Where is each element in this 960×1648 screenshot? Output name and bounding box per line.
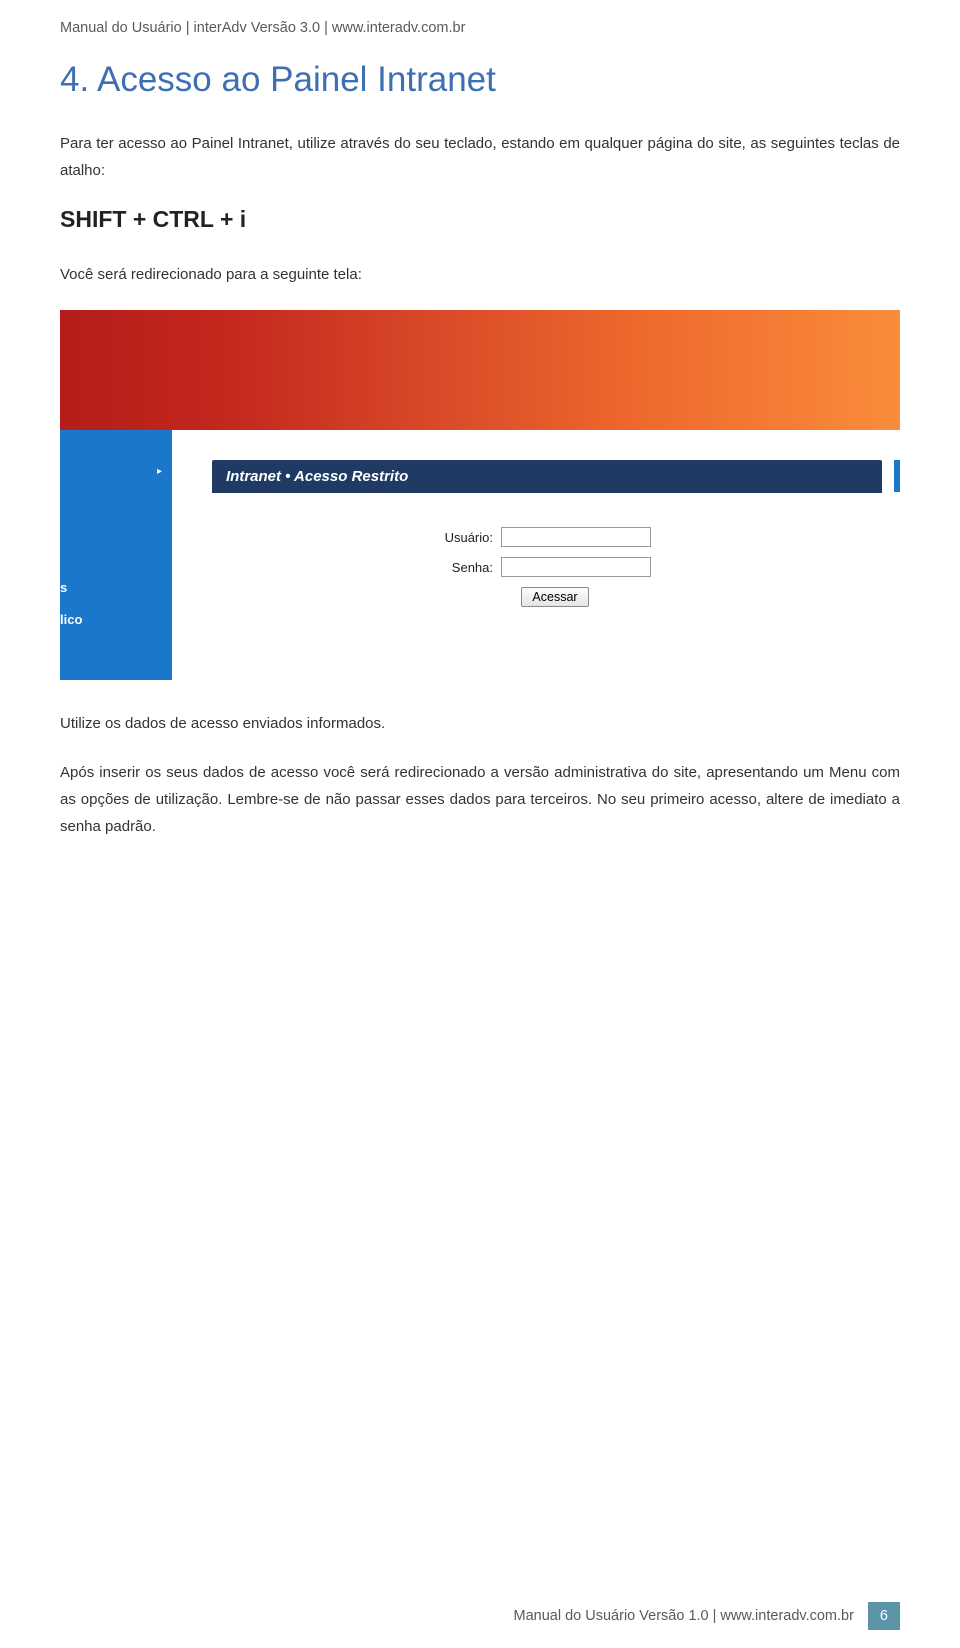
login-screenshot: ▸ s lico Intranet • Acesso Restrito Usuá… <box>60 310 900 680</box>
username-label: Usuário: <box>403 530 493 545</box>
username-input[interactable] <box>501 527 651 547</box>
sidebar-text-fragment: lico <box>60 612 82 627</box>
footer-text: Manual do Usuário Versão 1.0 | www.inter… <box>514 1602 868 1630</box>
screenshot-banner <box>60 310 900 430</box>
login-panel: Intranet • Acesso Restrito Usuário: Senh… <box>212 460 882 621</box>
page-footer: Manual do Usuário Versão 1.0 | www.inter… <box>514 1602 900 1630</box>
screenshot-sidebar: ▸ s lico <box>60 430 172 680</box>
sidebar-text-fragment: s <box>60 580 67 595</box>
decorative-strip <box>894 460 900 492</box>
redirect-paragraph: Você será redirecionado para a seguinte … <box>60 261 900 288</box>
intro-paragraph: Para ter acesso ao Painel Intranet, util… <box>60 130 900 184</box>
password-label: Senha: <box>403 560 493 575</box>
keyboard-shortcut: SHIFT + CTRL + i <box>60 206 900 233</box>
after-paragraph-2: Após inserir os seus dados de acesso voc… <box>60 759 900 840</box>
page-number: 6 <box>868 1602 900 1630</box>
document-header: Manual do Usuário | interAdv Versão 3.0 … <box>60 20 900 36</box>
chevron-right-icon: ▸ <box>157 466 162 477</box>
login-button[interactable]: Acessar <box>521 587 588 607</box>
after-paragraph-1: Utilize os dados de acesso enviados info… <box>60 710 900 737</box>
section-title: 4. Acesso ao Painel Intranet <box>60 60 900 100</box>
password-input[interactable] <box>501 557 651 577</box>
login-panel-title: Intranet • Acesso Restrito <box>212 460 882 493</box>
